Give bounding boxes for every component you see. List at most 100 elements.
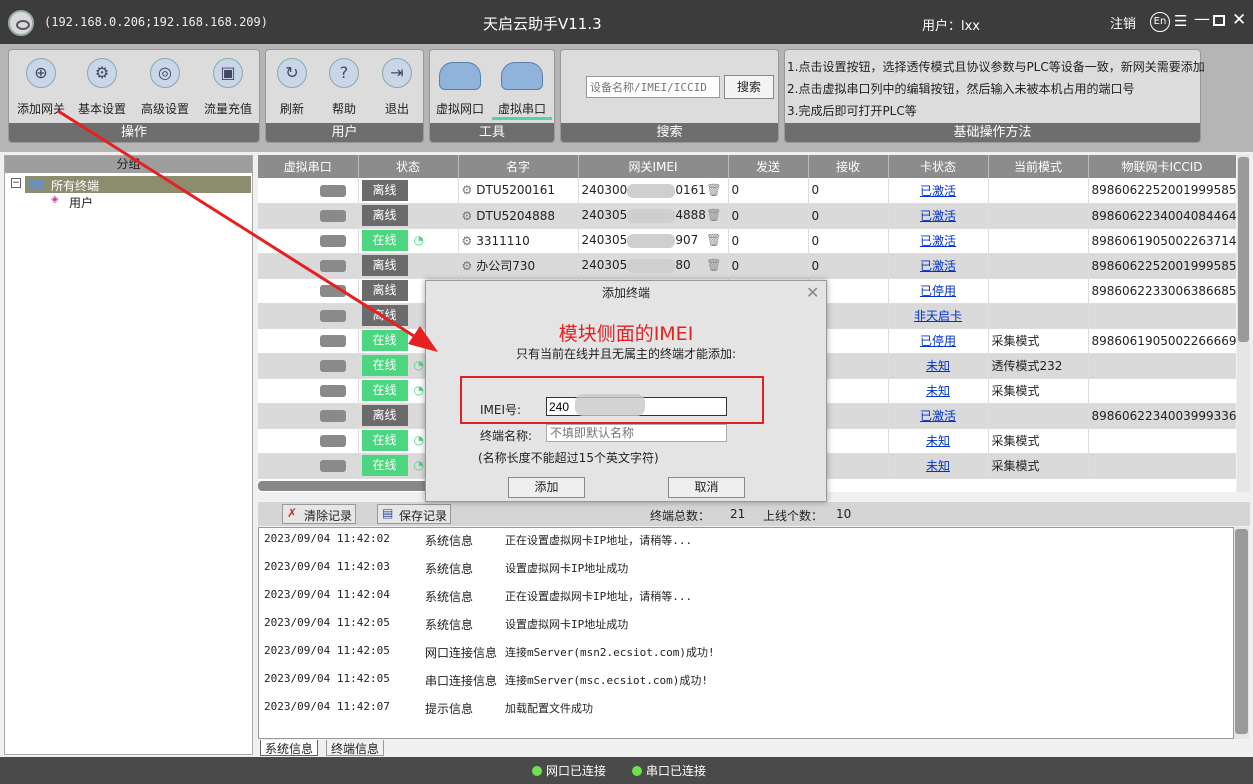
trash-icon[interactable]: 🗑 xyxy=(706,208,721,222)
app-logo-icon xyxy=(8,10,34,36)
search-button[interactable]: 搜索 xyxy=(724,75,774,99)
column-header[interactable]: 名字 xyxy=(458,155,579,178)
grid-scroll-thumb[interactable] xyxy=(1238,157,1249,342)
log-message: 正在设置虚拟网卡IP地址，请稍等... xyxy=(505,590,693,603)
grid-horizontal-scrollbar[interactable] xyxy=(258,481,433,491)
serial-port-icon[interactable] xyxy=(320,360,346,372)
column-header[interactable]: 物联网卡ICCID xyxy=(1088,155,1236,178)
serial-port-icon[interactable] xyxy=(320,410,346,422)
virtual-serial-port-button[interactable]: 虚拟串口 xyxy=(492,52,552,120)
iccid-cell xyxy=(1088,303,1236,329)
language-icon[interactable]: En xyxy=(1150,12,1170,32)
table-row[interactable]: 在线 ◔ ⚙ 3311110 240305 907 🗑 0 0 已激活 89860619050022… xyxy=(258,228,1236,254)
tree-item-all-terminals[interactable]: 所有终端 xyxy=(25,176,251,193)
column-header[interactable]: 接收 xyxy=(808,155,889,178)
row-gear-icon[interactable]: ⚙ xyxy=(462,259,473,273)
maximize-icon[interactable] xyxy=(1213,15,1225,26)
status-badge: 在线 xyxy=(361,355,408,376)
card-status-link[interactable]: 已激活 xyxy=(889,207,988,224)
card-status-link[interactable]: 已激活 xyxy=(889,407,988,424)
iccid-cell: 89860622330063866859 xyxy=(1088,278,1236,304)
status-badge: 在线 xyxy=(361,330,408,351)
app-title: 天启云助手V11.3 xyxy=(483,15,602,33)
annotation-highlight-box xyxy=(460,376,764,424)
search-input[interactable] xyxy=(586,76,720,98)
card-status-link[interactable]: 未知 xyxy=(889,357,988,374)
tree-item-user[interactable]: 用户 xyxy=(69,194,93,211)
card-status-link[interactable]: 未知 xyxy=(889,382,988,399)
tab-terminal-info[interactable]: 终端信息 xyxy=(326,740,385,756)
log-scroll-thumb[interactable] xyxy=(1235,529,1248,734)
wifi-signal-icon: ◔ xyxy=(413,233,424,247)
iccid-cell xyxy=(1088,428,1236,454)
serial-port-icon[interactable] xyxy=(320,235,346,247)
card-status-link[interactable]: 已激活 xyxy=(889,232,988,249)
card-status-link[interactable]: 未知 xyxy=(889,432,988,449)
tree-collapse-icon[interactable]: − xyxy=(11,178,21,188)
basic-settings-button[interactable]: ⚙ 基本设置 xyxy=(72,52,132,117)
gateway-imei-cell: 240300 0161 🗑 xyxy=(578,178,729,204)
column-header[interactable]: 卡状态 xyxy=(888,155,989,178)
traffic-recharge-button[interactable]: ▣ 流量充值 xyxy=(198,52,258,117)
terminal-name-input[interactable] xyxy=(546,424,727,442)
close-icon[interactable]: ✕ xyxy=(1232,10,1246,30)
status-badge: 在线 xyxy=(361,455,408,476)
save-log-button[interactable]: ▤ 保存记录 xyxy=(377,504,451,524)
add-button[interactable]: 添加 xyxy=(508,477,585,498)
column-header[interactable]: 网关IMEI xyxy=(578,155,729,178)
card-status-link[interactable]: 已停用 xyxy=(889,332,988,349)
card-status-link[interactable]: 已停用 xyxy=(889,282,988,299)
card-status-link[interactable]: 已激活 xyxy=(889,182,988,199)
log-time: 2023/09/04 11:42:05 xyxy=(264,644,390,657)
gateway-imei-cell: 240305 907 🗑 xyxy=(578,228,729,254)
row-gear-icon[interactable]: ⚙ xyxy=(462,183,473,197)
serial-port-icon[interactable] xyxy=(320,260,346,272)
status-badge: 离线 xyxy=(361,280,408,301)
gear-icon: ⚙ xyxy=(87,58,117,88)
row-gear-icon[interactable]: ⚙ xyxy=(462,209,473,223)
card-status-link[interactable]: 已激活 xyxy=(889,257,988,274)
add-gateway-button[interactable]: ⊕ 添加网关 xyxy=(11,52,71,117)
serial-port-icon[interactable] xyxy=(320,435,346,447)
advanced-settings-button[interactable]: ◎ 高级设置 xyxy=(135,52,195,117)
column-header[interactable]: 当前模式 xyxy=(988,155,1089,178)
card-status-link[interactable]: 非天启卡 xyxy=(889,307,988,324)
trash-icon[interactable]: 🗑 xyxy=(706,183,721,197)
cancel-button[interactable]: 取消 xyxy=(668,477,745,498)
table-row[interactable]: 离线 ⚙ DTU5204888 240305 4888 🗑 0 0 已激活 89860622340… xyxy=(258,203,1236,229)
logout-button[interactable]: 注销 xyxy=(1110,13,1136,32)
serial-port-icon[interactable] xyxy=(320,385,346,397)
status-badge: 在线 xyxy=(361,430,408,451)
table-row[interactable]: 离线 ⚙ DTU5200161 240300 0161 🗑 0 0 已激活 89860622520… xyxy=(258,178,1236,204)
serial-port-icon[interactable] xyxy=(320,184,346,197)
folder-icon xyxy=(29,179,43,189)
clear-log-button[interactable]: ✗ 清除记录 xyxy=(282,504,356,524)
group-label: 工具 xyxy=(430,123,554,142)
minimize-icon[interactable]: — xyxy=(1194,9,1210,28)
tab-system-info[interactable]: 系统信息 xyxy=(260,740,319,756)
refresh-button[interactable]: ↻ 刷新 xyxy=(262,52,322,117)
row-gear-icon[interactable]: ⚙ xyxy=(462,234,473,248)
serial-port-icon[interactable] xyxy=(320,310,346,322)
serial-port-icon[interactable] xyxy=(320,210,346,222)
column-header[interactable]: 发送 xyxy=(728,155,809,178)
column-header[interactable]: 状态 xyxy=(358,155,459,178)
trash-icon[interactable]: 🗑 xyxy=(706,258,721,272)
card-status-link[interactable]: 未知 xyxy=(889,457,988,474)
log-toolbar: ✗ 清除记录 ▤ 保存记录 终端总数： 21 上线个数： 10 xyxy=(258,502,1250,526)
log-message: 正在设置虚拟网卡IP地址，请稍等... xyxy=(505,534,693,547)
menu-icon[interactable]: ☰ xyxy=(1174,12,1187,30)
help-button[interactable]: ? 帮助 xyxy=(314,52,374,117)
serial-port-icon[interactable] xyxy=(320,285,346,297)
trash-icon[interactable]: 🗑 xyxy=(706,233,721,247)
log-type: 系统信息 xyxy=(425,590,474,604)
virtual-net-port-button[interactable]: 虚拟网口 xyxy=(430,52,490,117)
log-type: 串口连接信息 xyxy=(425,674,498,688)
column-header[interactable]: 虚拟串口 xyxy=(258,155,359,178)
serial-port-icon[interactable] xyxy=(320,460,346,472)
exit-button[interactable]: ⇥ 退出 xyxy=(367,52,427,117)
online-count-value: 10 xyxy=(836,507,852,521)
table-row[interactable]: 离线 ⚙ 办公司730 240305 80 🗑 0 0 已激活 89860622520019995… xyxy=(258,253,1236,279)
serial-port-icon[interactable] xyxy=(320,335,346,347)
dialog-close-icon[interactable]: ✕ xyxy=(806,283,819,302)
